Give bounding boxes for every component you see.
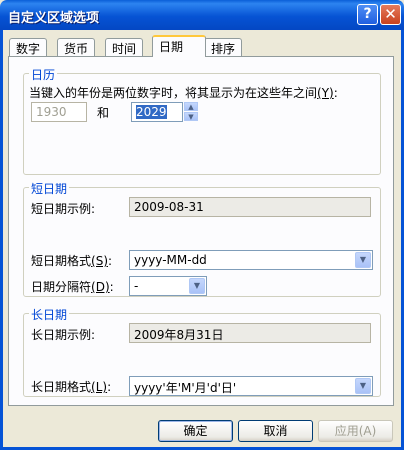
long-date-format-combo[interactable]: yyyy'年'M'月'd'日' ▼: [129, 376, 373, 396]
long-date-group-title: 长日期: [29, 306, 70, 323]
close-button[interactable]: ✕: [380, 4, 401, 25]
help-button[interactable]: ?: [357, 4, 378, 25]
ok-button[interactable]: 确定: [158, 420, 233, 442]
short-date-format-label: 短日期格式(S):: [31, 254, 113, 268]
calendar-group-title: 日历: [29, 66, 58, 83]
two-digit-year-description: 当键入的年份是两位数字时，将其显示为在这些年之间(Y):: [29, 86, 338, 100]
spin-down-icon[interactable]: ▼: [184, 112, 198, 121]
cancel-button[interactable]: 取消: [238, 420, 313, 442]
long-date-format-value: yyyy'年'M'月'd'日': [134, 381, 237, 395]
tab-number[interactable]: 数字: [9, 38, 48, 56]
tab-time[interactable]: 时间: [105, 38, 144, 56]
date-separator-value: -: [134, 279, 139, 293]
long-date-example-label: 长日期示例:: [31, 328, 96, 342]
from-year-field: 1930: [31, 102, 87, 122]
short-date-format-combo[interactable]: yyyy-MM-dd ▼: [129, 250, 373, 270]
tab-panel-date: 日历 当键入的年份是两位数字时，将其显示为在这些年之间(Y): 1930 和 2…: [8, 56, 394, 406]
short-date-format-value: yyyy-MM-dd: [134, 253, 207, 267]
chevron-down-icon[interactable]: ▼: [355, 378, 371, 394]
spin-up-icon[interactable]: ▲: [184, 102, 198, 111]
short-date-group-title: 短日期: [29, 180, 70, 197]
tab-sort[interactable]: 排序: [204, 38, 243, 56]
chevron-down-icon[interactable]: ▼: [189, 278, 205, 294]
to-year-value: 2029: [136, 105, 167, 119]
apply-button[interactable]: 应用(A): [318, 420, 393, 442]
to-year-spinner[interactable]: ▲ ▼: [184, 102, 198, 122]
tab-currency[interactable]: 货币: [57, 38, 96, 56]
short-date-example-field: 2009-08-31: [129, 197, 371, 217]
long-date-format-label: 长日期格式(L):: [31, 380, 112, 394]
title-bar: 自定义区域选项 ? ✕: [0, 0, 404, 30]
and-label: 和: [97, 106, 110, 120]
chevron-down-icon[interactable]: ▼: [355, 252, 371, 268]
date-separator-label: 日期分隔符(D):: [31, 280, 114, 294]
to-year-input[interactable]: 2029: [131, 102, 183, 122]
tab-date[interactable]: 日期: [152, 35, 206, 57]
date-separator-combo[interactable]: - ▼: [129, 276, 207, 296]
long-date-example-field: 2009年8月31日: [129, 323, 371, 343]
short-date-example-label: 短日期示例:: [31, 202, 96, 216]
window-title: 自定义区域选项: [8, 11, 100, 26]
window-frame-left: [0, 30, 3, 450]
